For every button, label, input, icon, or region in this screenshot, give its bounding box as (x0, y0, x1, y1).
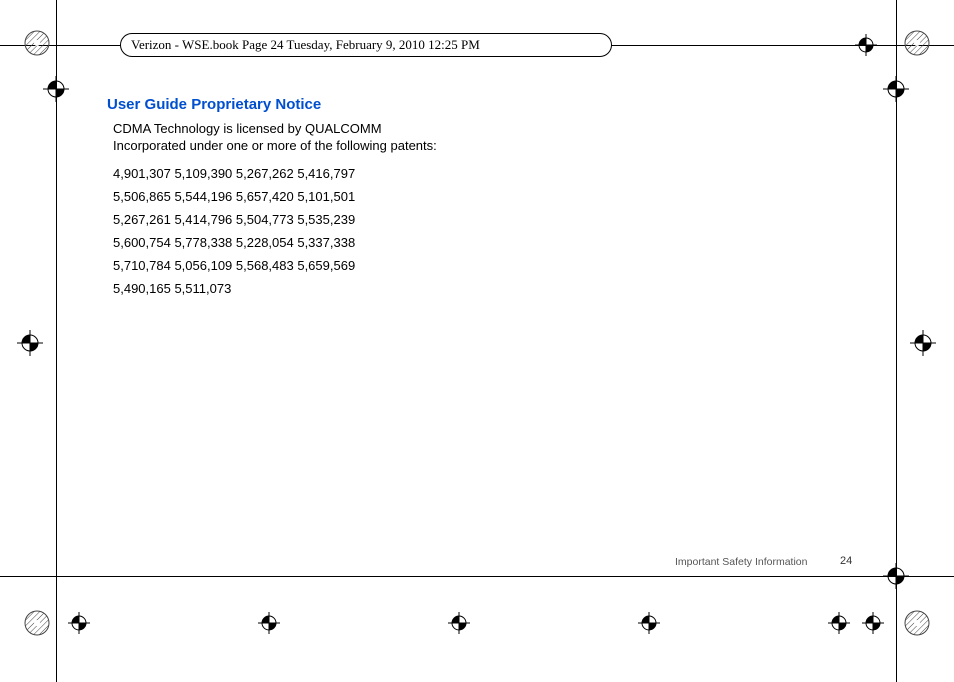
crosshair-icon (68, 612, 90, 634)
header-filename: Verizon - WSE.book Page 24 Tuesday, Febr… (120, 33, 612, 57)
registration-mark-icon (24, 30, 50, 56)
registration-mark-icon (904, 610, 930, 636)
crosshair-icon (883, 563, 909, 589)
patent-row: 5,490,165 5,511,073 (113, 277, 355, 300)
patent-row: 5,506,865 5,544,196 5,657,420 5,101,501 (113, 185, 355, 208)
crosshair-icon (638, 612, 660, 634)
patent-row: 4,901,307 5,109,390 5,267,262 5,416,797 (113, 162, 355, 185)
crosshair-icon (883, 76, 909, 102)
intro-paragraph: CDMA Technology is licensed by QUALCOMM … (113, 120, 453, 154)
section-heading: User Guide Proprietary Notice (107, 96, 321, 113)
registration-mark-icon (24, 610, 50, 636)
crosshair-icon (910, 330, 936, 356)
left-rule (56, 0, 57, 682)
crosshair-icon (862, 612, 884, 634)
registration-mark-icon (904, 30, 930, 56)
crosshair-icon (17, 330, 43, 356)
crosshair-icon (448, 612, 470, 634)
crosshair-icon (43, 76, 69, 102)
patent-row: 5,267,261 5,414,796 5,504,773 5,535,239 (113, 208, 355, 231)
patent-row: 5,710,784 5,056,109 5,568,483 5,659,569 (113, 254, 355, 277)
crosshair-icon (258, 612, 280, 634)
crosshair-icon (855, 34, 877, 56)
crosshair-icon (828, 612, 850, 634)
footer-page-number: 24 (840, 555, 852, 567)
footer-section-label: Important Safety Information (675, 556, 807, 568)
patent-row: 5,600,754 5,778,338 5,228,054 5,337,338 (113, 231, 355, 254)
patent-list: 4,901,307 5,109,390 5,267,262 5,416,797 … (113, 162, 355, 300)
bottom-rule (0, 576, 954, 577)
